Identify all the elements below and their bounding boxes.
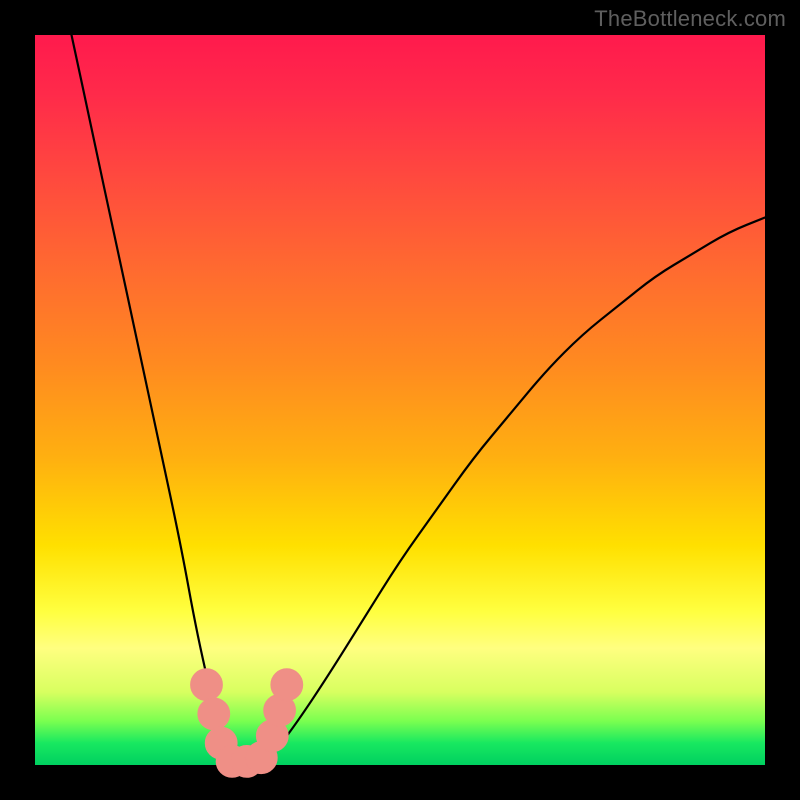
- marker-group: [191, 669, 303, 778]
- chart-frame: TheBottleneck.com: [0, 0, 800, 800]
- curve-marker: [271, 669, 303, 701]
- plot-area: [35, 35, 765, 765]
- curve-layer: [35, 35, 765, 765]
- watermark-text: TheBottleneck.com: [594, 6, 786, 32]
- curve-marker: [191, 669, 223, 701]
- bottleneck-curve: [72, 35, 766, 765]
- curve-marker: [198, 698, 230, 730]
